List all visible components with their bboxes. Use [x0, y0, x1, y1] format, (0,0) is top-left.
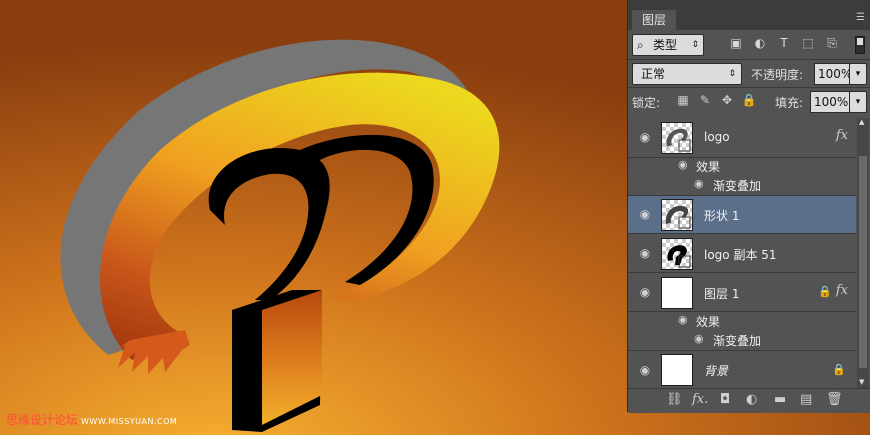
layers-list: ◉ logo fx ◉ 效果 ◉ 渐变叠加 ◉ 形状 1 ◉ logo 副本 5…: [628, 118, 856, 388]
divider: [628, 59, 870, 60]
lock-all-icon[interactable]: 🔒: [738, 93, 760, 107]
scrollbar-thumb[interactable]: [859, 156, 867, 368]
layer-thumbnail: [661, 277, 693, 309]
filter-row: ⌕ 类型 ⇕ ▣ ◐ T ⬚ ⎘: [632, 34, 867, 58]
layer-name[interactable]: 图层 1: [704, 285, 739, 302]
visibility-eye-icon[interactable]: ◉: [678, 313, 688, 326]
visibility-eye-icon[interactable]: ◉: [637, 285, 653, 299]
visibility-eye-icon[interactable]: ◉: [637, 130, 653, 144]
shape-filter-icon[interactable]: ⬚: [796, 36, 820, 50]
new-adjustment-icon[interactable]: ◐: [746, 392, 757, 407]
blend-mode-value: 正常: [641, 67, 666, 81]
visibility-eye-icon[interactable]: ◉: [678, 158, 688, 171]
lock-icon: 🔒: [832, 363, 846, 376]
visibility-eye-icon[interactable]: ◉: [637, 363, 653, 377]
fill-dropdown-button[interactable]: ▾: [849, 91, 867, 113]
lock-row: 锁定: ▦ ✎ ✥ 🔒 填充: 100% ▾: [632, 90, 867, 114]
lock-icons: ▦ ✎ ✥ 🔒: [672, 93, 760, 107]
lock-icon: 🔒: [818, 285, 832, 298]
add-mask-icon[interactable]: ◘: [720, 392, 730, 407]
visibility-eye-icon[interactable]: ◉: [694, 332, 704, 345]
layer-thumbnail: [661, 238, 693, 270]
layer-name[interactable]: logo: [704, 130, 730, 144]
fill-label: 填充:: [775, 96, 804, 110]
lock-move-icon[interactable]: ✥: [716, 93, 738, 107]
smart-object-filter-icon[interactable]: ⎘: [820, 36, 844, 51]
layer-row-shape-1[interactable]: ◉ 形状 1: [628, 196, 856, 234]
layers-panel: 图层 ☰ ⌕ 类型 ⇕ ▣ ◐ T ⬚ ⎘ 正常 ⇕ 不透明度: 100% ▾ 锁定: …: [627, 0, 870, 413]
filter-toggle[interactable]: [855, 36, 865, 54]
visibility-eye-icon[interactable]: ◉: [694, 177, 704, 190]
layer-thumbnail: [661, 122, 693, 154]
search-icon: ⌕: [637, 38, 644, 52]
scroll-down-icon[interactable]: ▼: [859, 378, 864, 386]
layer-effects-header[interactable]: ◉ 效果: [628, 312, 856, 331]
layer-name[interactable]: 形状 1: [704, 207, 739, 224]
layer-thumbnail: [661, 354, 693, 386]
add-style-icon[interactable]: fx.: [692, 392, 708, 407]
layer-row-logo[interactable]: ◉ logo fx: [628, 118, 856, 158]
layer-name[interactable]: 背景: [704, 362, 728, 379]
divider: [628, 87, 870, 88]
filter-kind-select[interactable]: ⌕ 类型 ⇕: [632, 34, 704, 56]
adjustment-filter-icon[interactable]: ◐: [748, 36, 772, 50]
layer-row-background[interactable]: ◉ 背景 🔒: [628, 351, 856, 388]
delete-layer-icon[interactable]: 🗑: [826, 392, 843, 407]
tab-layers[interactable]: 图层: [632, 10, 676, 30]
opacity-dropdown-button[interactable]: ▾: [849, 63, 867, 85]
layers-scrollbar[interactable]: ▲ ▼: [857, 118, 869, 388]
opacity-input[interactable]: 100%: [814, 63, 852, 85]
new-layer-icon[interactable]: ▤: [800, 392, 812, 407]
panel-tabbar: 图层 ☰: [628, 0, 870, 30]
layer-effects-header[interactable]: ◉ 效果: [628, 157, 856, 176]
layer-thumbnail: [661, 199, 693, 231]
layer-effect-gradient-overlay[interactable]: ◉ 渐变叠加: [628, 331, 856, 351]
link-layers-icon[interactable]: ⛓: [666, 392, 683, 407]
watermark-bottom: 思缘设计论坛 WWW.MISSYUAN.COM: [6, 413, 178, 427]
chevron-updown-icon: ⇕: [691, 40, 699, 50]
lock-label: 锁定:: [632, 96, 661, 110]
fx-icon[interactable]: fx: [836, 128, 848, 143]
layer-row-logo-copy-51[interactable]: ◉ logo 副本 51: [628, 234, 856, 273]
lock-transparent-icon[interactable]: ▦: [672, 93, 694, 107]
new-group-icon[interactable]: ▬: [774, 392, 786, 407]
layer-effect-gradient-overlay[interactable]: ◉ 渐变叠加: [628, 176, 856, 196]
lock-brush-icon[interactable]: ✎: [694, 93, 716, 107]
visibility-eye-icon[interactable]: ◉: [637, 207, 653, 221]
panel-menu-icon[interactable]: ☰: [856, 12, 865, 23]
blend-row: 正常 ⇕ 不透明度: 100% ▾: [632, 62, 867, 86]
filter-icons: ▣ ◐ T ⬚ ⎘: [724, 36, 844, 51]
filter-kind-label: 类型: [653, 38, 678, 52]
opacity-label: 不透明度:: [751, 68, 804, 82]
fill-input[interactable]: 100%: [810, 91, 850, 113]
text-filter-icon[interactable]: T: [772, 36, 796, 50]
blend-mode-select[interactable]: 正常 ⇕: [632, 63, 742, 85]
fx-icon[interactable]: fx: [836, 283, 848, 298]
visibility-eye-icon[interactable]: ◉: [637, 246, 653, 260]
image-filter-icon[interactable]: ▣: [724, 36, 748, 50]
layer-name[interactable]: logo 副本 51: [704, 246, 777, 263]
layer-row-layer-1[interactable]: ◉ 图层 1 🔒 fx: [628, 273, 856, 312]
chevron-updown-icon: ⇕: [728, 69, 736, 79]
layers-toolbar: ⛓ fx. ◘ ◐ ▬ ▤ 🗑: [628, 388, 870, 413]
scroll-up-icon[interactable]: ▲: [859, 118, 864, 126]
